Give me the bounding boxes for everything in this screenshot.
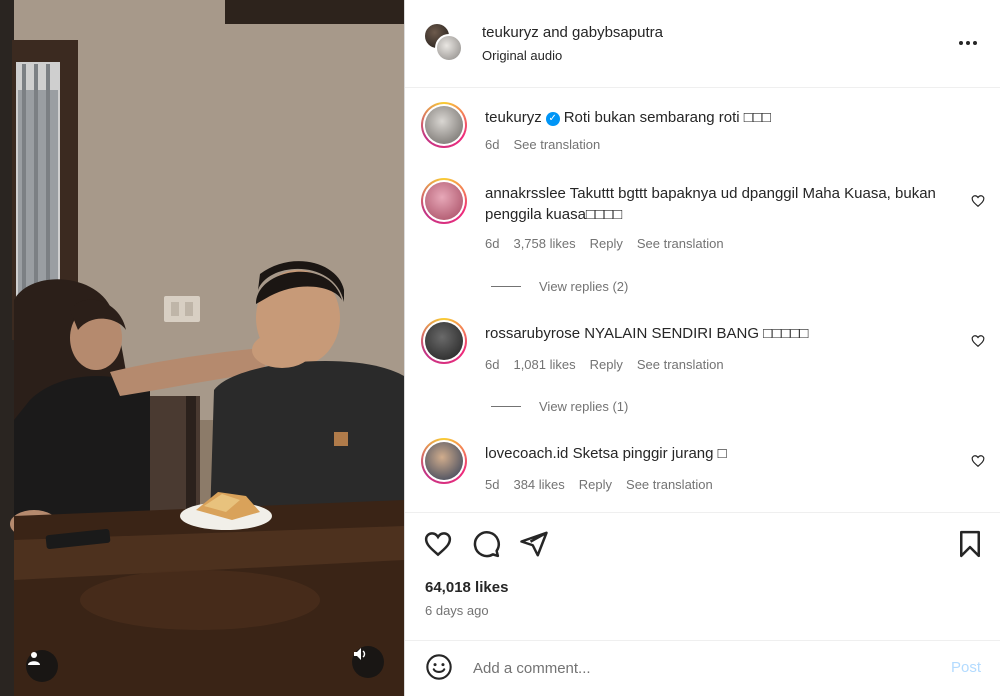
comment-likes[interactable]: 384 likes (513, 477, 564, 492)
comment-text: annakrsslee Takuttt bgttt bapaknya ud dp… (485, 185, 936, 223)
comment-text: rossarubyrose NYALAIN SENDIRI BANG □□□□□ (485, 325, 809, 342)
comment-meta: 6d 3,758 likes Reply See translation (485, 236, 724, 251)
avatar[interactable] (421, 438, 467, 484)
like-comment-icon[interactable] (971, 194, 985, 208)
post-button[interactable]: Post (951, 659, 981, 676)
post-authors[interactable]: teukuryz and gabybsaputra (482, 24, 663, 41)
like-count[interactable]: 64,018 likes (425, 579, 508, 596)
comment-meta: 5d 384 likes Reply See translation (485, 477, 713, 492)
comment-username[interactable]: rossarubyrose (485, 325, 580, 342)
author-avatars[interactable] (423, 22, 467, 66)
speaker-icon (354, 648, 366, 660)
see-translation-link[interactable]: See translation (626, 477, 713, 492)
emoji-icon[interactable] (425, 653, 453, 681)
avatar[interactable] (421, 318, 467, 364)
bookmark-icon[interactable] (955, 529, 985, 559)
share-icon[interactable] (519, 529, 549, 559)
comment-username[interactable]: lovecoach.id (485, 445, 568, 462)
like-comment-icon[interactable] (971, 454, 985, 468)
comment-meta: 6d 1,081 likes Reply See translation (485, 357, 724, 372)
see-translation-link[interactable]: See translation (637, 357, 724, 372)
comment-text: lovecoach.id Sketsa pinggir jurang □ (485, 445, 727, 462)
see-translation-link[interactable]: See translation (637, 236, 724, 251)
avatar[interactable] (421, 178, 467, 224)
caption-time: 6d (485, 137, 500, 152)
avatar[interactable] (421, 102, 467, 148)
comment-time: 6d (485, 357, 500, 372)
post-time: 6 days ago (425, 603, 489, 618)
verified-badge-icon: ✓ (545, 112, 560, 126)
comment-input[interactable] (473, 655, 933, 681)
post-media[interactable] (0, 0, 404, 696)
replies-divider (491, 406, 521, 407)
audio-toggle-button[interactable] (352, 646, 384, 678)
audio-label[interactable]: Original audio (482, 48, 562, 63)
reply-link[interactable]: Reply (590, 357, 623, 372)
comment-likes[interactable]: 3,758 likes (513, 236, 575, 251)
reply-link[interactable]: Reply (579, 477, 612, 492)
action-bar: 64,018 likes 6 days ago (405, 512, 1000, 632)
like-comment-icon[interactable] (971, 334, 985, 348)
comment-time: 5d (485, 477, 500, 492)
reply-link[interactable]: Reply (590, 236, 623, 251)
view-replies-button[interactable]: View replies (2) (491, 279, 628, 294)
comment-username[interactable]: annakrsslee (485, 185, 566, 202)
caption-text: teukuryz ✓ Roti bukan sembarang roti □□□ (485, 109, 771, 126)
user-icon (28, 652, 40, 665)
see-translation-link[interactable]: See translation (513, 137, 600, 152)
comment-likes[interactable]: 1,081 likes (513, 357, 575, 372)
tagged-users-button[interactable] (26, 650, 58, 682)
post-panel: teukuryz and gabybsaputra Original audio… (404, 0, 1000, 696)
post-header: teukuryz and gabybsaputra Original audio (405, 0, 1000, 88)
comment-icon[interactable] (471, 529, 501, 559)
like-icon[interactable] (423, 529, 453, 559)
more-options-icon[interactable] (955, 34, 981, 52)
caption-meta: 6d See translation (485, 137, 600, 152)
replies-divider (491, 286, 521, 287)
caption-username[interactable]: teukuryz (485, 109, 542, 126)
comment-time: 6d (485, 236, 500, 251)
avatar (435, 34, 463, 62)
video-frame (0, 0, 404, 696)
view-replies-button[interactable]: View replies (1) (491, 399, 628, 414)
comment-composer: Post (405, 640, 1000, 696)
